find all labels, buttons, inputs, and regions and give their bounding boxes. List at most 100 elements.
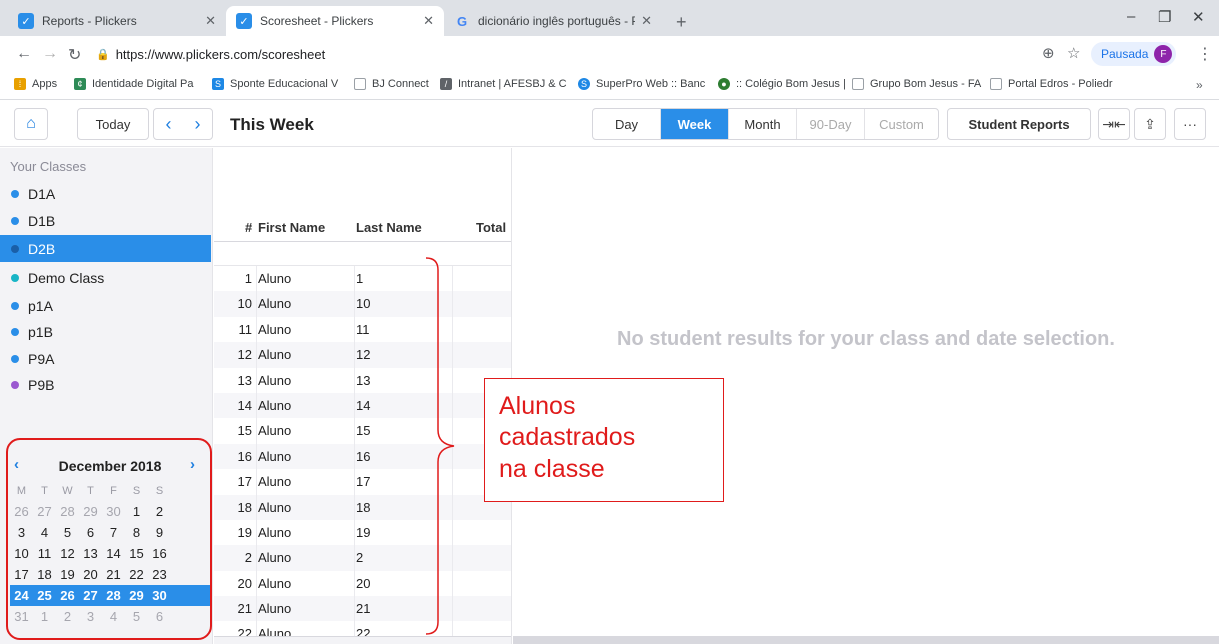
calendar-day[interactable]: 27	[79, 588, 102, 603]
column-header-last-name[interactable]: Last Name	[356, 220, 422, 235]
class-item-p1a[interactable]: p1A	[0, 292, 211, 319]
column-header-total[interactable]: Total	[476, 220, 506, 235]
previous-week-icon[interactable]: ‹	[154, 114, 183, 135]
tab-reports[interactable]: ✓ Reports - Plickers ✕	[8, 6, 226, 36]
calendar-day[interactable]: 20	[79, 567, 102, 582]
bookmark-edros[interactable]: Portal Edros - Poliedr	[990, 78, 1113, 90]
calendar-week-row[interactable]: 17 18 19 20 21 22 23	[10, 564, 210, 585]
next-week-icon[interactable]: ›	[183, 114, 212, 135]
range-90day-button[interactable]: 90-Day	[797, 109, 865, 139]
export-button[interactable]: ⇪	[1134, 108, 1166, 140]
url-field[interactable]: 🔒 https://www.plickers.com/scoresheet	[96, 41, 1086, 67]
calendar-day[interactable]: 5	[56, 525, 79, 540]
next-month-icon[interactable]: ›	[190, 456, 195, 473]
close-icon[interactable]: ✕	[205, 13, 216, 29]
new-tab-icon[interactable]: +	[676, 12, 687, 33]
window-close-icon[interactable]: ✕	[1192, 8, 1205, 26]
calendar-day[interactable]: 3	[79, 609, 102, 624]
calendar-day[interactable]: 26	[10, 504, 33, 519]
calendar-day[interactable]: 4	[33, 525, 56, 540]
column-header-first-name[interactable]: First Name	[258, 220, 325, 235]
today-button[interactable]: Today	[77, 108, 149, 140]
bookmark-bjconnect[interactable]: BJ Connect	[354, 78, 429, 90]
calendar-day[interactable]: 1	[33, 609, 56, 624]
calendar-week-row[interactable]: 26 27 28 29 30 1 2	[10, 501, 210, 522]
calendar-day[interactable]: 5	[125, 609, 148, 624]
calendar-day[interactable]: 9	[148, 525, 171, 540]
calendar-day[interactable]: 29	[79, 504, 102, 519]
bookmark-grupo[interactable]: Grupo Bom Jesus - FA	[852, 78, 981, 90]
tab-scoresheet[interactable]: ✓ Scoresheet - Plickers ✕	[226, 6, 444, 36]
bookmark-identidade[interactable]: ¢ Identidade Digital Pa	[74, 78, 194, 90]
calendar-day[interactable]: 16	[148, 546, 171, 561]
browser-menu-icon[interactable]: ⋮	[1197, 44, 1213, 64]
calendar-day[interactable]: 30	[102, 504, 125, 519]
calendar-day[interactable]: 23	[148, 567, 171, 582]
calendar-day[interactable]: 22	[125, 567, 148, 582]
more-bookmarks-icon[interactable]: »	[1196, 78, 1203, 92]
range-custom-button[interactable]: Custom	[865, 109, 938, 139]
tab-dicionario[interactable]: G dicionário inglês português - Pes ✕	[444, 6, 662, 36]
calendar-day[interactable]: 17	[10, 567, 33, 582]
class-item-d2b[interactable]: D2B	[0, 235, 211, 262]
calendar-day[interactable]: 6	[148, 609, 171, 624]
calendar-day[interactable]: 10	[10, 546, 33, 561]
student-reports-button[interactable]: Student Reports	[947, 108, 1091, 140]
home-button[interactable]: ⌂	[14, 108, 48, 140]
calendar-day[interactable]: 3	[10, 525, 33, 540]
calendar-day[interactable]: 19	[56, 567, 79, 582]
range-day-button[interactable]: Day	[593, 109, 661, 139]
calendar-day[interactable]: 18	[33, 567, 56, 582]
back-icon[interactable]: ←	[16, 45, 32, 63]
calendar-day[interactable]: 12	[56, 546, 79, 561]
forward-icon[interactable]: →	[42, 45, 58, 63]
calendar-day[interactable]: 28	[56, 504, 79, 519]
calendar-day[interactable]: 26	[56, 588, 79, 603]
collapse-columns-button[interactable]: ⇥⇤	[1098, 108, 1130, 140]
calendar-week-row[interactable]: 3456789	[10, 522, 210, 543]
bookmark-colegio[interactable]: ● :: Colégio Bom Jesus |	[718, 78, 846, 90]
calendar-week-row[interactable]: 24 25 26 27 28 29 30	[10, 585, 210, 606]
bookmark-apps[interactable]: ⁞ Apps	[14, 78, 57, 90]
calendar-day[interactable]: 27	[33, 504, 56, 519]
class-item-p9a[interactable]: P9A	[0, 345, 211, 372]
calendar-day[interactable]: 2	[56, 609, 79, 624]
range-week-button[interactable]: Week	[661, 109, 729, 139]
minimize-icon[interactable]: –	[1127, 8, 1135, 25]
calendar-day[interactable]: 25	[33, 588, 56, 603]
bookmark-sponte[interactable]: S Sponte Educacional V	[212, 78, 338, 90]
calendar-week-row[interactable]: 10 11 12 13 14 15 16	[10, 543, 210, 564]
class-item-d1b[interactable]: D1B	[0, 207, 211, 234]
calendar-day[interactable]: 15	[125, 546, 148, 561]
calendar-day[interactable]: 13	[79, 546, 102, 561]
calendar-day[interactable]: 2	[148, 504, 171, 519]
bookmark-superpro[interactable]: S SuperPro Web :: Banc	[578, 78, 705, 90]
class-item-demo[interactable]: Demo Class	[0, 264, 211, 291]
restore-icon[interactable]: ❐	[1158, 8, 1171, 26]
calendar-day[interactable]: 24	[10, 588, 33, 603]
calendar-day[interactable]: 6	[79, 525, 102, 540]
calendar-week-row[interactable]: 31 1 2 3 4 5 6	[10, 606, 210, 627]
calendar-day[interactable]: 1	[125, 504, 148, 519]
profile-button[interactable]: Pausada F	[1091, 42, 1177, 66]
range-month-button[interactable]: Month	[729, 109, 797, 139]
class-item-p9b[interactable]: P9B	[0, 371, 211, 398]
calendar-day[interactable]: 30	[148, 588, 171, 603]
calendar-day[interactable]: 29	[125, 588, 148, 603]
calendar-day[interactable]: 7	[102, 525, 125, 540]
bookmark-intranet[interactable]: / Intranet | AFESBJ & C	[440, 78, 567, 90]
zoom-icon[interactable]: ⊕	[1042, 44, 1055, 62]
reload-icon[interactable]: ↻	[68, 45, 81, 65]
calendar-day[interactable]: 28	[102, 588, 125, 603]
more-options-button[interactable]: ···	[1174, 108, 1206, 140]
calendar-day[interactable]: 21	[102, 567, 125, 582]
close-icon[interactable]: ✕	[423, 13, 434, 29]
bookmark-star-icon[interactable]: ☆	[1067, 44, 1080, 62]
class-item-p1b[interactable]: p1B	[0, 318, 211, 345]
close-icon[interactable]: ✕	[641, 13, 652, 29]
calendar-day[interactable]: 4	[102, 609, 125, 624]
calendar-day[interactable]: 11	[33, 546, 56, 561]
class-item-d1a[interactable]: D1A	[0, 180, 211, 207]
calendar-day[interactable]: 8	[125, 525, 148, 540]
calendar-day[interactable]: 31	[10, 609, 33, 624]
